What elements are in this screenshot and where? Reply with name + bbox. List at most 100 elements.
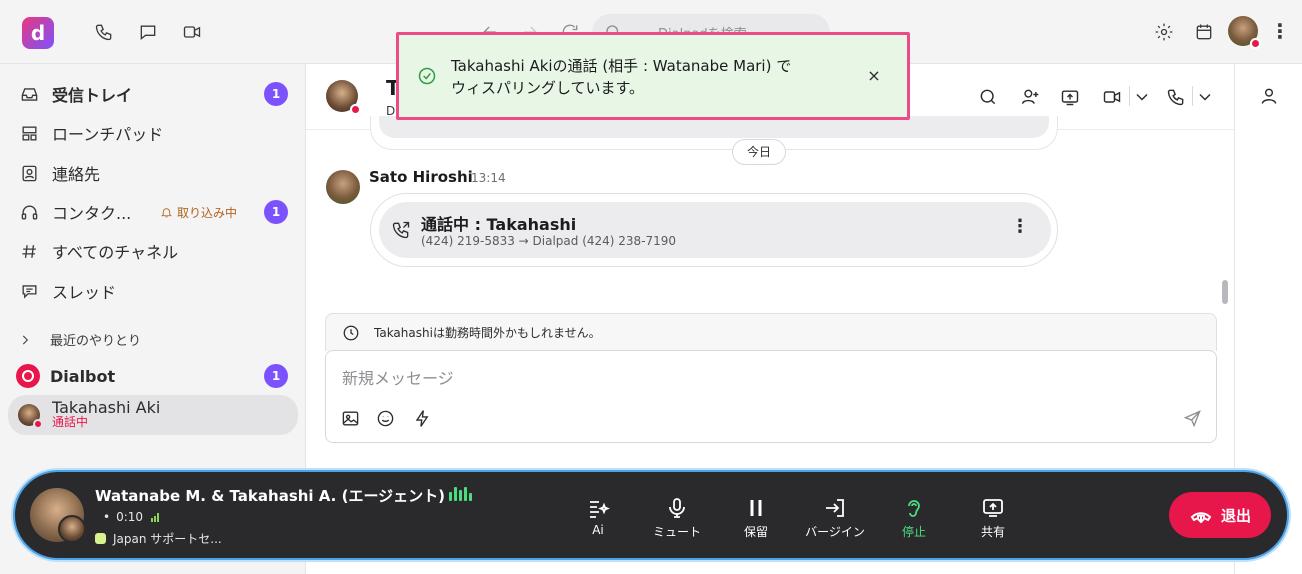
ear-icon bbox=[908, 500, 920, 517]
barge-in-button[interactable]: バージイン bbox=[799, 496, 871, 542]
avatar bbox=[18, 404, 43, 429]
call-timer: • 0:10 bbox=[103, 510, 160, 524]
scrollbar[interactable] bbox=[1222, 280, 1228, 304]
button-label: Ai bbox=[592, 523, 604, 537]
sidebar-item-label: Dialbot bbox=[50, 366, 116, 386]
video-icon[interactable] bbox=[1100, 85, 1124, 109]
audio-wave-icon bbox=[449, 487, 472, 501]
logo-letter: d bbox=[30, 21, 46, 45]
whisper-toast: Takahashi Akiの通話 (相手 : Watanabe Mari) で … bbox=[396, 32, 910, 120]
pause-icon bbox=[750, 500, 762, 516]
sidebar-item-label: 連絡先 bbox=[52, 165, 101, 184]
button-label: バージイン bbox=[805, 525, 865, 539]
button-label: 停止 bbox=[901, 525, 926, 539]
call-message-card: 通話中 : Takahashi (424) 219-5833 → Dialpad… bbox=[370, 193, 1058, 267]
unread-badge: 1 bbox=[264, 82, 288, 106]
signal-strength-icon bbox=[151, 512, 160, 522]
screen-share-icon[interactable] bbox=[1058, 85, 1082, 109]
queue-color-icon bbox=[95, 533, 106, 544]
busy-status-tag: 取り込み中 bbox=[160, 204, 237, 221]
contact-name: Takahashi Aki bbox=[52, 398, 161, 417]
emoji-icon[interactable] bbox=[374, 407, 396, 429]
sidebar-item-label: ローンチパッド bbox=[52, 125, 164, 144]
sidebar-item-takahashi-aki[interactable]: Takahashi Aki 通話中 bbox=[8, 395, 298, 435]
call-duration: 0:10 bbox=[116, 510, 144, 524]
busy-status-text: 取り込み中 bbox=[177, 206, 238, 220]
message-sender[interactable]: Sato Hiroshi bbox=[369, 168, 473, 186]
recent-section-header[interactable]: 最近のやりとり bbox=[18, 330, 141, 349]
sidebar-item-dialbot[interactable]: Dialbot 1 bbox=[8, 358, 298, 394]
sidebar-item-all-channels[interactable]: すべてのチャネル bbox=[8, 233, 298, 269]
call-detail: (424) 219-5833 → Dialpad (424) 238-7190 bbox=[421, 234, 677, 248]
hold-button[interactable]: 保留 bbox=[720, 496, 792, 542]
dialbot-icon bbox=[16, 364, 40, 388]
phone-icon[interactable] bbox=[1164, 85, 1188, 109]
chevron-down-icon[interactable] bbox=[1193, 85, 1217, 109]
button-label: ミュート bbox=[652, 525, 701, 539]
sidebar-item-label: 受信トレイ bbox=[52, 86, 133, 105]
phone-icon[interactable] bbox=[92, 20, 116, 44]
call-summary[interactable]: 通話中 : Takahashi (424) 219-5833 → Dialpad… bbox=[379, 202, 1051, 258]
leave-label: 退出 bbox=[1220, 506, 1251, 525]
chat-icon[interactable] bbox=[136, 20, 160, 44]
hash-icon bbox=[18, 240, 40, 262]
message-composer bbox=[325, 350, 1217, 443]
sidebar-item-label: コンタク... bbox=[52, 204, 132, 223]
screen-share-icon bbox=[983, 499, 1003, 517]
threads-icon bbox=[18, 280, 40, 302]
clock-icon bbox=[343, 325, 359, 340]
add-person-icon[interactable] bbox=[1018, 85, 1042, 109]
toast-line-2: ウィスパリングしています。 bbox=[451, 79, 645, 97]
person-icon[interactable] bbox=[1259, 86, 1281, 108]
hang-up-icon bbox=[1190, 512, 1212, 524]
toast-message: Takahashi Akiの通話 (相手 : Watanabe Mari) で … bbox=[451, 55, 821, 99]
user-avatar[interactable] bbox=[1228, 16, 1261, 49]
more-vertical-icon[interactable]: ⋮ bbox=[1270, 20, 1290, 44]
search-icon[interactable] bbox=[976, 85, 1000, 109]
status-dot bbox=[350, 104, 361, 115]
sidebar-item-threads[interactable]: スレッド bbox=[8, 273, 298, 309]
status-dot bbox=[33, 419, 43, 429]
settings-gear-icon[interactable] bbox=[1152, 20, 1176, 44]
calendar-icon[interactable] bbox=[1192, 20, 1216, 44]
avatar[interactable] bbox=[326, 170, 360, 204]
check-circle-icon bbox=[417, 66, 439, 88]
image-icon[interactable] bbox=[339, 407, 361, 429]
leave-call-button[interactable]: 退出 bbox=[1169, 492, 1271, 538]
sidebar-item-contact-center[interactable]: コンタク... 取り込み中 1 bbox=[8, 194, 298, 230]
avatar[interactable] bbox=[326, 80, 361, 115]
close-icon[interactable]: × bbox=[863, 65, 885, 87]
stop-whisper-button[interactable]: 停止 bbox=[878, 496, 950, 542]
sidebar-item-launchpad[interactable]: ローンチパッド bbox=[8, 115, 298, 151]
active-call-bar: Watanabe M. & Takahashi A. (エージェント) • 0:… bbox=[13, 470, 1289, 560]
dialpad-logo[interactable]: d bbox=[22, 17, 54, 49]
queue-name: Japan サポートセ... bbox=[113, 532, 222, 546]
message-input[interactable] bbox=[342, 365, 1162, 391]
more-vertical-icon[interactable]: ⋮ bbox=[1011, 218, 1029, 236]
barge-in-icon bbox=[826, 499, 844, 517]
video-icon[interactable] bbox=[180, 20, 204, 44]
phone-outgoing-icon bbox=[391, 220, 413, 242]
send-icon[interactable] bbox=[1181, 407, 1203, 429]
lightning-icon[interactable] bbox=[411, 407, 433, 429]
share-button[interactable]: 共有 bbox=[957, 496, 1029, 542]
chevron-down-icon[interactable] bbox=[1130, 85, 1154, 109]
bell-icon bbox=[161, 208, 172, 218]
recent-section-label: 最近のやりとり bbox=[50, 334, 142, 349]
chevron-right-icon bbox=[22, 335, 29, 344]
mute-button[interactable]: ミュート bbox=[641, 496, 713, 542]
previous-message-card bbox=[370, 116, 1058, 150]
agent-avatar bbox=[58, 515, 86, 543]
sidebar-item-label: すべてのチャネル bbox=[52, 243, 179, 262]
ai-button[interactable]: Ai bbox=[562, 496, 634, 542]
unread-badge: 1 bbox=[264, 364, 288, 388]
microphone-icon bbox=[669, 498, 685, 518]
notice-text: Takahashiは勤務時間外かもしれません。 bbox=[374, 326, 601, 340]
day-separator: 今日 bbox=[732, 139, 787, 165]
status-dot bbox=[1250, 38, 1261, 49]
unread-badge: 1 bbox=[264, 200, 288, 224]
inbox-icon bbox=[18, 83, 40, 105]
sidebar-item-contacts[interactable]: 連絡先 bbox=[8, 155, 298, 191]
call-queue: Japan サポートセ... bbox=[95, 530, 222, 547]
sidebar-item-inbox[interactable]: 受信トレイ 1 bbox=[8, 76, 298, 112]
